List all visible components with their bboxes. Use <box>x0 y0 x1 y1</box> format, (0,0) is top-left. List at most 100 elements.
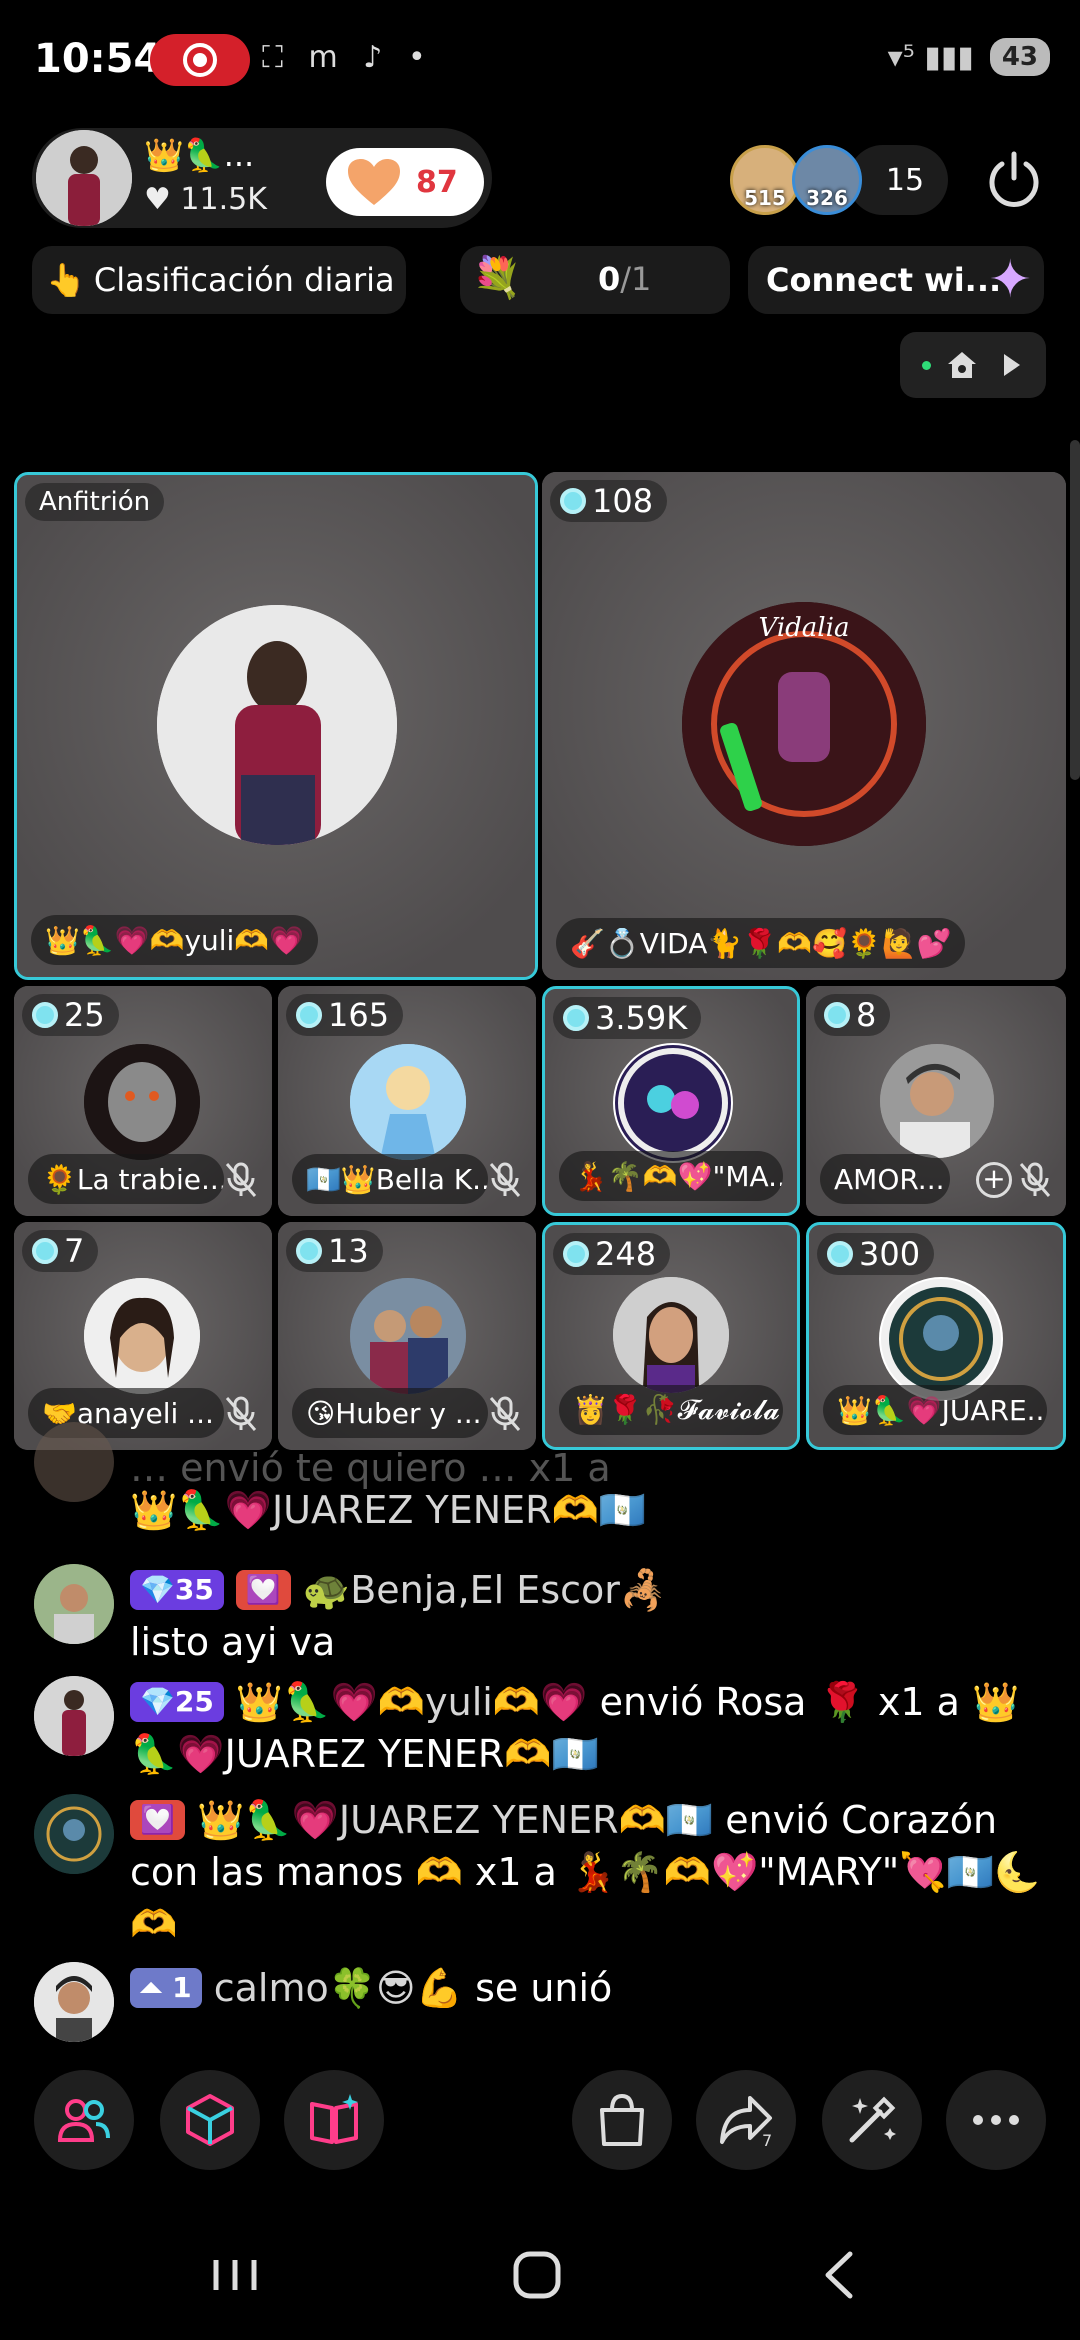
viewer-count[interactable]: 15 <box>848 145 948 215</box>
chat-message[interactable]: 💎25 👑🦜💗🫶yuli🫶💗 envió Rosa 🌹 x1 a 👑🦜💗JUAR… <box>34 1676 1054 1780</box>
guest-avatar <box>350 1044 466 1160</box>
chat-message-continued[interactable]: 👑🦜💗JUAREZ YENER🫶🇬🇹 <box>34 1484 1054 1536</box>
guest-avatar <box>880 1044 994 1158</box>
guest-tile[interactable]: 108 Vidalia 🎸💍VIDA🐈🌹🫶🥰🌻🙋💕 <box>542 472 1066 980</box>
status-app-icons: ⛶ m ♪ • <box>262 40 434 75</box>
chat-avatar[interactable] <box>34 1794 114 1874</box>
guest-avatar: Vidalia <box>682 602 926 846</box>
guest-score: 13 <box>286 1230 383 1272</box>
diamond-badge: 💎35 <box>130 1570 224 1610</box>
guest-score: 8 <box>814 994 891 1036</box>
guest-name: 🇬🇹👑Bella K... <box>292 1154 488 1204</box>
gem-icon <box>827 1241 853 1267</box>
guest-avatar <box>84 1044 200 1160</box>
guest-avatar <box>613 1043 733 1163</box>
chat-avatar[interactable] <box>34 1676 114 1756</box>
home-button-icon[interactable] <box>502 2240 572 2310</box>
guest-score: 3.59K <box>553 997 702 1039</box>
book-sparkle-icon <box>310 2094 358 2144</box>
status-time: 10:54 <box>34 36 162 82</box>
svg-text:7: 7 <box>762 2131 772 2148</box>
chat-avatar[interactable] <box>34 1564 114 1644</box>
guest-tile[interactable]: 165 🇬🇹👑Bella K... <box>278 986 536 1216</box>
chat-text: se unió <box>475 1966 613 2010</box>
host-likes-count: ♥ 11.5K <box>144 182 267 217</box>
daily-ranking-label: Clasificación diaria <box>93 261 395 299</box>
chat-text: listo ayi va <box>130 1620 336 1664</box>
chat-username[interactable]: 👑🦜💗JUAREZ YENER🫶🇬🇹 <box>197 1798 713 1842</box>
enhance-button[interactable] <box>822 2070 922 2170</box>
likes-button[interactable]: 87 <box>326 148 484 216</box>
guest-score: 165 <box>286 994 404 1036</box>
guest-name: 😘Huber y ... <box>292 1388 488 1438</box>
chat-message[interactable]: ⏶ 1 calmo🍀😎💪 se unió <box>34 1962 1054 2042</box>
chat-avatar[interactable] <box>34 1962 114 2042</box>
chat-username[interactable]: 👑🦜💗🫶yuli🫶💗 <box>236 1680 588 1724</box>
guest-score: 7 <box>22 1230 99 1272</box>
mini-controls[interactable] <box>900 332 1046 398</box>
sparkle-icon: ✦ <box>988 250 1032 310</box>
share-button[interactable]: 7 <box>696 2070 796 2170</box>
guest-avatar <box>613 1277 729 1393</box>
guest-tile[interactable]: 248 👸🌹🥀𝓕𝓪𝓿𝓲𝓸𝓵𝓪... <box>542 1222 800 1450</box>
guest-avatar <box>84 1278 200 1394</box>
host-avatar[interactable] <box>36 130 132 226</box>
magic-wand-icon <box>849 2096 896 2143</box>
effects-button[interactable] <box>284 2070 384 2170</box>
guest-tile[interactable]: 13 😘Huber y ... <box>278 1222 536 1450</box>
interaction-button[interactable] <box>160 2070 260 2170</box>
guest-score: 108 <box>550 480 668 522</box>
heart-icon <box>348 159 400 205</box>
likes-count: 87 <box>416 164 458 200</box>
connect-button[interactable]: Connect wi... ✦ <box>748 246 1044 314</box>
gem-icon <box>563 1005 589 1031</box>
gem-icon <box>296 1002 322 1028</box>
guest-avatar <box>350 1278 466 1394</box>
gem-icon <box>32 1002 58 1028</box>
diamond-badge: 💎25 <box>130 1682 224 1722</box>
guest-tile[interactable]: 25 🌻La trabie... <box>14 986 272 1216</box>
mic-muted-icon <box>489 1162 521 1197</box>
guest-tile[interactable]: 7 🤝anayeli ... <box>14 1222 272 1450</box>
guest-name: 🌻La trabie... <box>28 1154 224 1204</box>
add-icon[interactable]: + <box>976 1162 1012 1198</box>
scroll-indicator[interactable] <box>1070 440 1080 780</box>
mic-muted-icon <box>489 1396 521 1431</box>
viewer-avatar[interactable]: 326 <box>792 145 862 215</box>
battery-level: 43 <box>989 38 1050 76</box>
shopping-bag-icon <box>600 2093 644 2146</box>
home-icon <box>948 352 976 378</box>
more-button[interactable] <box>946 2070 1046 2170</box>
mic-muted-icon <box>1019 1162 1051 1197</box>
shop-button[interactable] <box>572 2070 672 2170</box>
more-icon <box>973 2115 1019 2125</box>
guest-name: 👸🌹🥀𝓕𝓪𝓿𝓲𝓸𝓵𝓪... <box>559 1385 783 1435</box>
back-icon[interactable] <box>806 2240 876 2310</box>
gem-icon <box>563 1241 589 1267</box>
power-icon[interactable] <box>982 148 1046 212</box>
guest-tile-host[interactable]: Anfitrión 👑🦜💗🫶yuli🫶💗 <box>14 472 538 980</box>
chat-text: 👑🦜💗JUAREZ YENER🫶🇬🇹 <box>130 1488 647 1532</box>
guest-tile[interactable]: 8 AMOR... + <box>806 986 1066 1216</box>
gem-icon <box>824 1002 850 1028</box>
chat-username[interactable]: 🐢Benja,El Escor🦂 <box>303 1568 667 1612</box>
guest-score: 25 <box>22 994 119 1036</box>
viewer-avatar[interactable]: 515 <box>730 145 800 215</box>
gem-icon <box>32 1238 58 1264</box>
chat-message[interactable]: 💎35 💟 🐢Benja,El Escor🦂 listo ayi va <box>34 1564 1054 1668</box>
level-badge: ⏶ 1 <box>130 1968 202 2008</box>
recent-apps-icon[interactable] <box>200 2240 270 2310</box>
chat-username[interactable]: calmo🍀😎💪 <box>214 1966 463 2010</box>
hand-icon: 👆 <box>46 261 86 299</box>
svg-text:Vidalia: Vidalia <box>759 613 850 643</box>
guest-tile[interactable]: 300 👑🦜💗JUARE... <box>806 1222 1066 1450</box>
play-icon[interactable] <box>1004 354 1020 376</box>
guest-tile[interactable]: 3.59K 💃🌴🫶💖"MA... <box>542 986 800 1216</box>
gift-goal[interactable]: 💐 0/1 <box>460 246 730 314</box>
daily-ranking-button[interactable]: 👆 Clasificación diaria <box>32 246 406 314</box>
guests-button[interactable] <box>34 2070 134 2170</box>
top-viewers[interactable]: 515 326 15 <box>730 144 948 216</box>
goal-current: 0 <box>598 260 621 298</box>
chat-message[interactable]: 💟 👑🦜💗JUAREZ YENER🫶🇬🇹 envió Corazón con l… <box>34 1794 1054 1950</box>
guest-avatar <box>879 1277 1003 1401</box>
